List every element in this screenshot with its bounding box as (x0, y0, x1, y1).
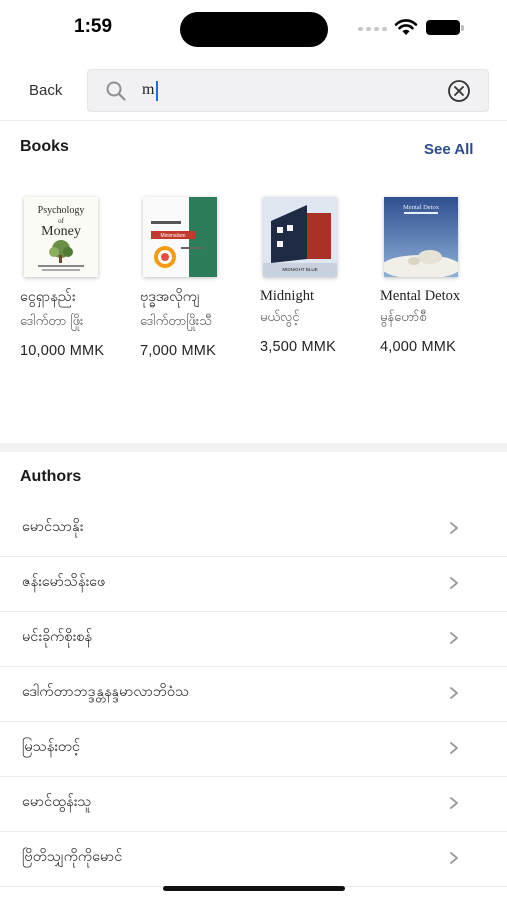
book-cover-art: Psychology of Money (38, 205, 85, 271)
cellular-signal-icon (358, 27, 387, 31)
book-card[interactable]: Minimalism ဗုဒ္ဓအလိုကျ ဒေါက်တာဖြိုးသီ 7,… (140, 197, 255, 359)
chevron-right-icon (450, 522, 458, 534)
author-name: ဒေါက်တာဘဒ္ဒန္တနန္ဒမာလာဘိဝံသ (22, 684, 190, 700)
back-button[interactable]: Back (29, 82, 62, 99)
dynamic-island (180, 12, 328, 47)
book-cover-art: Minimalism (151, 197, 217, 277)
author-row[interactable]: မြသန်းတင့် (0, 721, 507, 777)
book-title: ဗုဒ္ဓအလိုကျ (140, 289, 200, 305)
battery-icon (426, 20, 460, 35)
author-row[interactable]: မောင်သာနိုး (0, 501, 507, 557)
book-cover-image: Mental Detox (384, 197, 458, 277)
book-card[interactable]: Mental Detox Mental Detox မွန်ဟော်စီ 4,0… (380, 197, 495, 355)
author-name: မင်းခိုက်စိုးစန် (22, 629, 92, 645)
svg-text:Minimalism: Minimalism (161, 233, 186, 239)
book-price: 3,500 MMK (260, 339, 336, 355)
books-section: Books See All Psychology of Money ငွေရှာ… (0, 121, 507, 443)
search-icon (106, 81, 126, 101)
search-input[interactable] (142, 77, 432, 103)
chevron-right-icon (450, 852, 458, 864)
author-name: မောင်ထွန်းသူ (22, 794, 92, 810)
search-header: Back (0, 58, 507, 121)
author-row[interactable]: မင်းခိုက်စိုးစန် (0, 611, 507, 667)
book-cover-art: Mental Detox (384, 197, 458, 277)
book-author: မွန်ဟော်စီ (380, 310, 427, 325)
home-indicator (163, 886, 345, 891)
see-all-button[interactable]: See All (424, 141, 473, 158)
battery-tip (461, 25, 464, 31)
book-cover-art: MIDNIGHT BLUE (263, 197, 337, 277)
book-cover-image: Psychology of Money (24, 197, 98, 277)
search-box[interactable] (87, 69, 489, 112)
svg-text:Mental Detox: Mental Detox (403, 204, 440, 211)
text-caret (156, 81, 158, 101)
status-bar: 1:59 (0, 0, 507, 58)
svg-text:Psychology: Psychology (38, 205, 85, 216)
clear-search-icon[interactable] (447, 79, 471, 103)
author-row[interactable]: ဗြိတိသျှကိုကိုမောင် (0, 831, 507, 887)
author-name: မြသန်းတင့် (22, 739, 81, 755)
status-time: 1:59 (74, 16, 113, 37)
authors-section: Authors မောင်သာနိုး ဇန်းမော်သိန်းဖေ မင်း… (0, 452, 507, 900)
book-title: Midnight (260, 288, 314, 304)
wifi-icon (394, 19, 418, 35)
book-title: Mental Detox (380, 288, 461, 304)
chevron-right-icon (450, 742, 458, 754)
chevron-right-icon (450, 797, 458, 809)
book-card[interactable]: MIDNIGHT BLUE Midnight မယ်လွင့် 3,500 MM… (260, 197, 375, 355)
chevron-right-icon (450, 632, 458, 644)
author-row[interactable]: ဒေါက်တာဘဒ္ဒန္တနန္ဒမာလာဘိဝံသ (0, 666, 507, 722)
svg-text:MIDNIGHT BLUE: MIDNIGHT BLUE (282, 267, 317, 272)
book-card[interactable]: Psychology of Money ငွေရှာနည်း ဒေါက်တာ ဖ… (20, 197, 135, 359)
author-name: မောင်သာနိုး (22, 519, 84, 535)
author-row[interactable]: ဇန်းမော်သိန်းဖေ (0, 556, 507, 612)
chevron-right-icon (450, 577, 458, 589)
book-cover-image: Minimalism (143, 197, 217, 277)
book-author: မယ်လွင့် (260, 310, 300, 325)
book-price: 4,000 MMK (380, 339, 456, 355)
book-title: ငွေရှာနည်း (20, 289, 76, 305)
author-row[interactable]: မောင်ထွန်းသူ (0, 776, 507, 832)
book-author: ဒေါက်တာဖြိုးသီ (140, 314, 212, 329)
chevron-right-icon (450, 687, 458, 699)
book-cover-image: MIDNIGHT BLUE (263, 197, 337, 277)
books-section-title: Books (20, 138, 69, 155)
author-name: ဇန်းမော်သိန်းဖေ (22, 574, 106, 590)
svg-text:Money: Money (41, 224, 81, 239)
book-price: 10,000 MMK (20, 343, 105, 359)
book-author: ဒေါက်တာ ဖြိုး (20, 314, 84, 329)
author-name: ဗြိတိသျှကိုကိုမောင် (22, 849, 123, 865)
authors-section-title: Authors (20, 468, 82, 485)
section-divider (0, 443, 507, 452)
book-price: 7,000 MMK (140, 343, 216, 359)
